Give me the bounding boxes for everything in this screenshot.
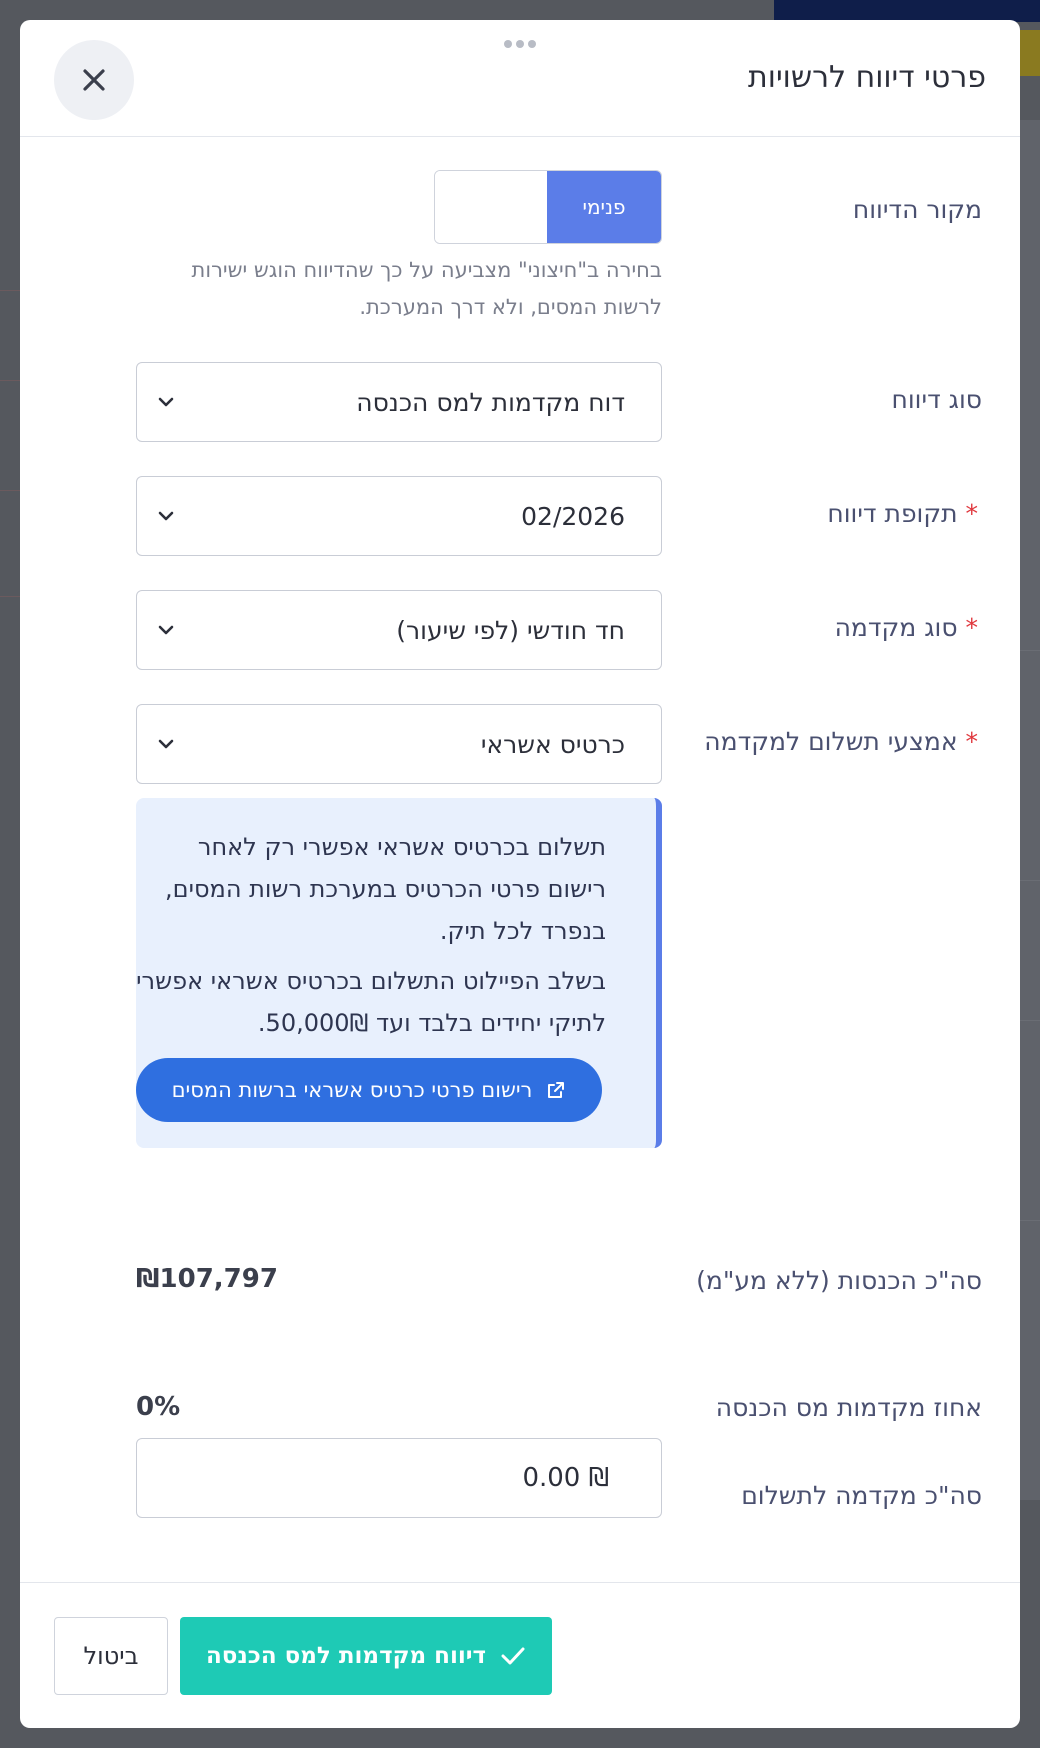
advance-percent-value: 0% — [136, 1392, 181, 1422]
report-source-option-external[interactable] — [435, 171, 547, 243]
report-period-select[interactable]: 02/2026 — [136, 476, 662, 556]
required-marker: * — [965, 613, 979, 642]
submit-report-label: דיווח מקדמות למס הכנסה — [205, 1643, 487, 1669]
close-button[interactable] — [54, 40, 134, 120]
drag-handle-icon[interactable] — [500, 40, 540, 50]
info-paragraph: תשלום בכרטיס אשראי אפשרי רק לאחר רישום פ… — [165, 833, 606, 945]
background-panel — [1020, 120, 1040, 1500]
report-period-value: 02/2026 — [521, 501, 625, 531]
report-type-select[interactable]: דוח מקדמות למס הכנסה — [136, 362, 662, 442]
payment-method-select[interactable]: כרטיס אשראי — [136, 704, 662, 784]
advance-type-label-text: סוג מקדמה — [834, 613, 958, 642]
background-divider — [1020, 1220, 1040, 1221]
background-divider — [1020, 1020, 1040, 1021]
report-source-toggle: פנימי — [434, 170, 662, 244]
info-text: תשלום בכרטיס אשראי אפשרי רק לאחר רישום פ… — [136, 826, 606, 1044]
report-type-value: דוח מקדמות למס הכנסה — [356, 387, 625, 417]
background-divider — [0, 596, 20, 597]
report-source-option-internal[interactable]: פנימי — [547, 171, 661, 243]
payment-method-value: כרטיס אשראי — [480, 729, 625, 759]
total-income-label: סה"כ הכנסות (ללא מע"מ) — [696, 1266, 982, 1295]
advance-type-label: * סוג מקדמה — [692, 608, 982, 648]
background-divider — [0, 290, 20, 291]
total-income-value: ₪107,797 — [136, 1264, 278, 1294]
chevron-down-icon — [158, 511, 174, 521]
external-link-icon — [548, 1082, 565, 1098]
chevron-down-icon — [158, 625, 174, 635]
report-type-label: סוג דיווח — [891, 385, 982, 414]
register-credit-card-button[interactable]: רישום פרטי כרטיס אשראי ברשות המסים — [136, 1058, 602, 1122]
background-divider — [1020, 650, 1040, 651]
modal-title: פרטי דיווח לרשויות — [748, 60, 986, 95]
chevron-down-icon — [158, 739, 174, 749]
payment-method-label: * אמצעי תשלום למקדמה — [692, 722, 982, 762]
check-icon — [501, 1647, 525, 1665]
info-paragraph: בשלב הפיילוט התשלום בכרטיס אשראי אפשרי ל… — [136, 967, 606, 1037]
advance-percent-label: אחוז מקדמות מס הכנסה — [715, 1393, 982, 1422]
report-details-modal: פרטי דיווח לרשויות מקור הדיווח פנימי בחי… — [20, 20, 1020, 1728]
background-divider — [1020, 880, 1040, 881]
background-divider — [0, 490, 20, 491]
submit-report-button[interactable]: דיווח מקדמות למס הכנסה — [180, 1617, 552, 1695]
register-credit-card-label: רישום פרטי כרטיס אשראי ברשות המסים — [171, 1078, 533, 1102]
report-period-label: * תקופת דיווח — [692, 494, 982, 534]
report-source-label: מקור הדיווח — [852, 195, 982, 224]
payment-method-label-text: אמצעי תשלום למקדמה — [704, 727, 958, 756]
advance-type-value: חד חודשי (לפי שיעור) — [396, 615, 625, 645]
close-icon — [83, 69, 105, 91]
cancel-button[interactable]: ביטול — [54, 1617, 168, 1695]
background-divider — [0, 380, 20, 381]
required-marker: * — [965, 499, 979, 528]
advance-type-select[interactable]: חד חודשי (לפי שיעור) — [136, 590, 662, 670]
modal-header: פרטי דיווח לרשויות — [20, 20, 1020, 137]
background-topbar — [774, 0, 1040, 22]
required-marker: * — [965, 727, 979, 756]
total-advance-label: סה"כ מקדמה לתשלום — [741, 1481, 982, 1510]
report-source-hint: בחירה ב"חיצוני" מצביעה על כך שהדיווח הוג… — [191, 258, 662, 319]
total-advance-input[interactable]: ₪ 0.00 — [136, 1438, 662, 1518]
chevron-down-icon — [158, 397, 174, 407]
report-period-label-text: תקופת דיווח — [827, 499, 958, 528]
modal-footer: דיווח מקדמות למס הכנסה ביטול — [20, 1582, 1020, 1728]
